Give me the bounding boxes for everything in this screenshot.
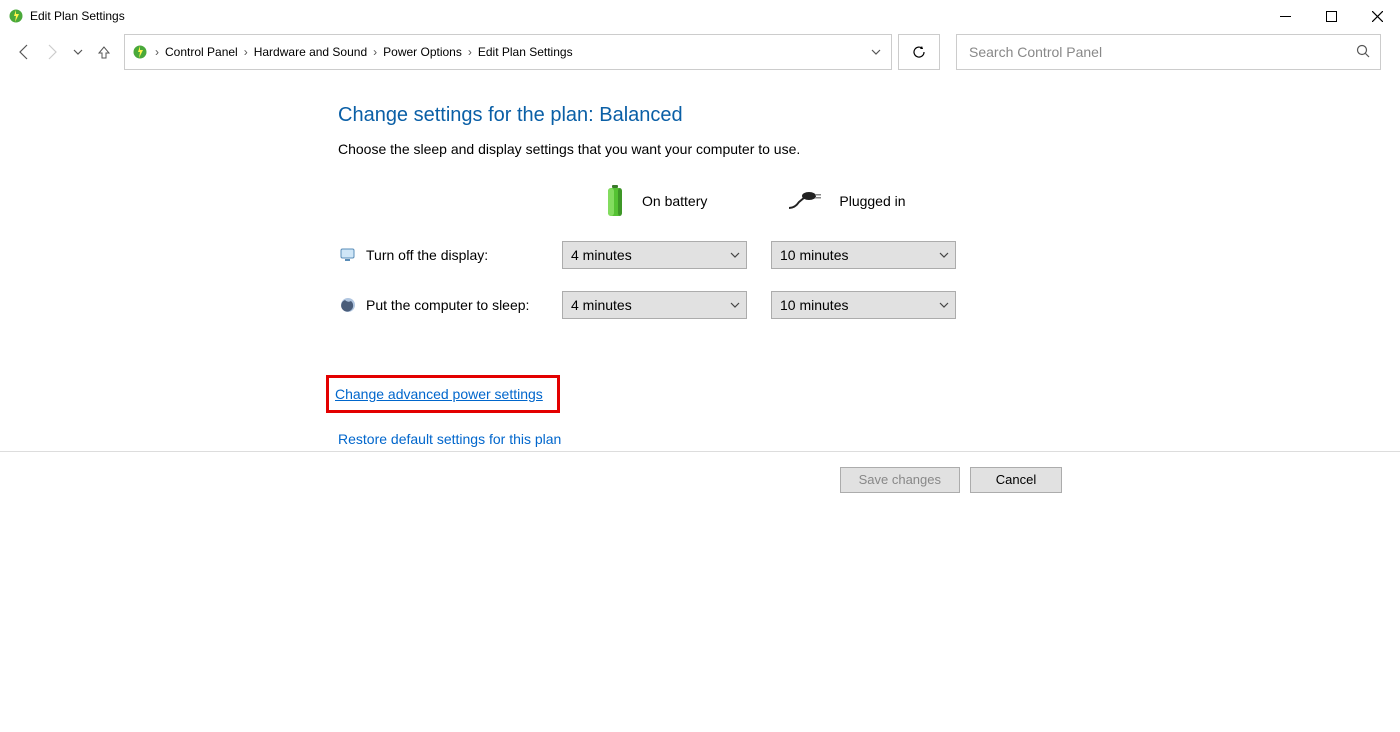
- column-header-plugged: Plugged in: [839, 193, 905, 209]
- display-plugged-dropdown[interactable]: 10 minutes: [771, 241, 956, 269]
- chevron-down-icon: [939, 247, 949, 263]
- highlight-advanced-link: Change advanced power settings: [326, 375, 560, 413]
- navigation-row: › Control Panel › Hardware and Sound › P…: [0, 32, 1400, 72]
- main-content: Change settings for the plan: Balanced C…: [0, 72, 1400, 447]
- search-input[interactable]: [967, 43, 1356, 61]
- sleep-icon: [338, 295, 358, 315]
- setting-row-display: Turn off the display: 4 minutes 10 minut…: [338, 241, 1400, 269]
- sleep-plugged-dropdown[interactable]: 10 minutes: [771, 291, 956, 319]
- chevron-down-icon: [730, 297, 740, 313]
- chevron-down-icon: [730, 247, 740, 263]
- breadcrumb-item[interactable]: Power Options: [383, 45, 462, 59]
- recent-locations-dropdown[interactable]: [68, 40, 88, 64]
- cancel-button[interactable]: Cancel: [970, 467, 1062, 493]
- breadcrumb-item[interactable]: Edit Plan Settings: [478, 45, 573, 59]
- title-bar: Edit Plan Settings: [0, 0, 1400, 32]
- change-advanced-power-settings-link[interactable]: Change advanced power settings: [335, 386, 543, 402]
- setting-row-sleep: Put the computer to sleep: 4 minutes 10 …: [338, 291, 1400, 319]
- refresh-button[interactable]: [898, 34, 940, 70]
- restore-default-settings-link[interactable]: Restore default settings for this plan: [338, 431, 561, 447]
- power-options-icon: [131, 43, 149, 61]
- column-header-battery: On battery: [642, 193, 707, 209]
- breadcrumb-separator: ›: [149, 45, 165, 59]
- chevron-down-icon: [939, 297, 949, 313]
- setting-label-display: Turn off the display:: [366, 247, 562, 263]
- search-icon: [1356, 44, 1370, 61]
- minimize-button[interactable]: [1262, 0, 1308, 32]
- breadcrumb-separator: ›: [367, 45, 383, 59]
- power-options-icon: [8, 8, 24, 24]
- display-battery-dropdown[interactable]: 4 minutes: [562, 241, 747, 269]
- battery-icon: [604, 183, 626, 219]
- plug-icon: [787, 191, 823, 211]
- back-button[interactable]: [12, 40, 36, 64]
- breadcrumb-item[interactable]: Control Panel: [165, 45, 238, 59]
- dropdown-value: 4 minutes: [571, 297, 632, 313]
- setting-label-sleep: Put the computer to sleep:: [366, 297, 562, 313]
- close-button[interactable]: [1354, 0, 1400, 32]
- breadcrumb-item[interactable]: Hardware and Sound: [254, 45, 367, 59]
- dropdown-value: 4 minutes: [571, 247, 632, 263]
- window-title: Edit Plan Settings: [30, 9, 125, 23]
- save-changes-button[interactable]: Save changes: [840, 467, 960, 493]
- dialog-button-bar: Save changes Cancel: [0, 451, 1400, 507]
- page-subtext: Choose the sleep and display settings th…: [338, 141, 1400, 157]
- forward-button[interactable]: [40, 40, 64, 64]
- maximize-button[interactable]: [1308, 0, 1354, 32]
- up-button[interactable]: [92, 40, 116, 64]
- breadcrumb-separator: ›: [462, 45, 478, 59]
- dropdown-value: 10 minutes: [780, 297, 848, 313]
- search-box[interactable]: [956, 34, 1381, 70]
- breadcrumb-separator: ›: [238, 45, 254, 59]
- page-heading: Change settings for the plan: Balanced: [338, 104, 1400, 127]
- sleep-battery-dropdown[interactable]: 4 minutes: [562, 291, 747, 319]
- address-bar[interactable]: › Control Panel › Hardware and Sound › P…: [124, 34, 892, 70]
- dropdown-value: 10 minutes: [780, 247, 848, 263]
- display-icon: [338, 245, 358, 265]
- address-history-dropdown[interactable]: [863, 35, 887, 69]
